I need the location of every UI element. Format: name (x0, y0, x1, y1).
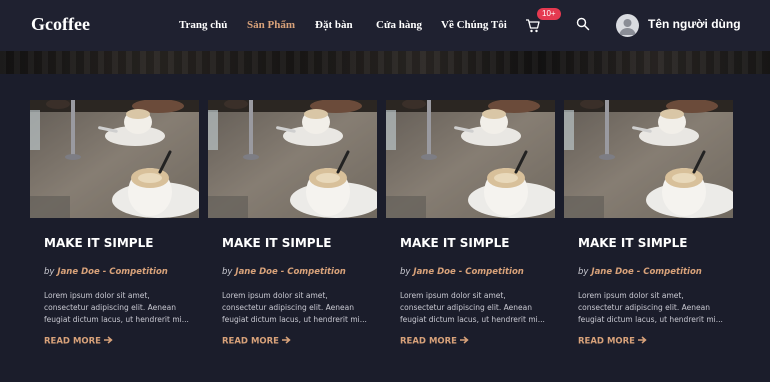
coffee-photo (386, 100, 555, 218)
user-icon (619, 19, 636, 35)
hero-banner-strip (0, 51, 770, 74)
card-author[interactable]: Jane Doe (235, 267, 277, 277)
brand-logo[interactable]: Gcoffee (31, 14, 90, 35)
card-image[interactable] (208, 100, 377, 218)
nav-item-booking[interactable]: Đặt bàn (315, 19, 353, 31)
card-separator: - (636, 267, 641, 277)
card-title[interactable]: MAKE IT SIMPLE (222, 236, 331, 250)
blog-card[interactable]: MAKE IT SIMPLE by Jane Doe - Competition… (386, 100, 555, 347)
card-meta: by Jane Doe - Competition (44, 267, 168, 277)
card-image[interactable] (564, 100, 733, 218)
coffee-photo (208, 100, 377, 218)
card-author[interactable]: Jane Doe (413, 267, 455, 277)
card-title[interactable]: MAKE IT SIMPLE (400, 236, 509, 250)
card-by: by (44, 267, 55, 277)
card-separator: - (102, 267, 107, 277)
read-more-link[interactable]: READ MORE (222, 336, 291, 347)
card-excerpt: Lorem ipsum dolor sit amet, consectetur … (400, 291, 545, 324)
read-more-label: READ MORE (578, 336, 635, 347)
blog-card[interactable]: MAKE IT SIMPLE by Jane Doe - Competition… (564, 100, 733, 347)
nav-item-home[interactable]: Trang chủ (179, 19, 227, 31)
username-label[interactable]: Tên người dùng (648, 17, 741, 31)
card-excerpt: Lorem ipsum dolor sit amet, consectetur … (222, 291, 367, 324)
card-image[interactable] (386, 100, 555, 218)
card-title[interactable]: MAKE IT SIMPLE (44, 236, 153, 250)
card-image[interactable] (30, 100, 199, 218)
card-by: by (222, 267, 233, 277)
arrow-right-icon (637, 336, 647, 344)
card-by: by (578, 267, 589, 277)
card-excerpt: Lorem ipsum dolor sit amet, consectetur … (44, 291, 189, 324)
read-more-label: READ MORE (222, 336, 279, 347)
card-meta: by Jane Doe - Competition (400, 267, 524, 277)
arrow-right-icon (281, 336, 291, 344)
nav-item-products[interactable]: Sản Phẩm (247, 19, 295, 31)
card-category[interactable]: Competition (109, 267, 168, 277)
card-separator: - (458, 267, 463, 277)
card-author[interactable]: Jane Doe (57, 267, 99, 277)
card-meta: by Jane Doe - Competition (578, 267, 702, 277)
cart-count-badge: 10+ (537, 8, 561, 20)
card-separator: - (280, 267, 285, 277)
nav-item-stores[interactable]: Cửa hàng (376, 19, 422, 31)
card-excerpt: Lorem ipsum dolor sit amet, consectetur … (578, 291, 723, 324)
card-meta: by Jane Doe - Competition (222, 267, 346, 277)
avatar[interactable] (616, 14, 639, 37)
navbar: Gcoffee Trang chủ Sản Phẩm Đặt bàn Cửa h… (0, 0, 770, 51)
read-more-link[interactable]: READ MORE (400, 336, 469, 347)
coffee-photo (30, 100, 199, 218)
read-more-link[interactable]: READ MORE (578, 336, 647, 347)
arrow-right-icon (103, 336, 113, 344)
read-more-label: READ MORE (44, 336, 101, 347)
card-category[interactable]: Competition (643, 267, 702, 277)
blog-card[interactable]: MAKE IT SIMPLE by Jane Doe - Competition… (208, 100, 377, 347)
read-more-link[interactable]: READ MORE (44, 336, 113, 347)
coffee-photo (564, 100, 733, 218)
search-icon[interactable] (576, 17, 590, 31)
card-by: by (400, 267, 411, 277)
read-more-label: READ MORE (400, 336, 457, 347)
card-title[interactable]: MAKE IT SIMPLE (578, 236, 687, 250)
blog-card[interactable]: MAKE IT SIMPLE by Jane Doe - Competition… (30, 100, 199, 347)
nav-item-about[interactable]: Về Chúng Tôi (441, 19, 507, 31)
cart-icon[interactable] (525, 18, 541, 34)
arrow-right-icon (459, 336, 469, 344)
card-category[interactable]: Competition (287, 267, 346, 277)
card-category[interactable]: Competition (465, 267, 524, 277)
card-author[interactable]: Jane Doe (591, 267, 633, 277)
